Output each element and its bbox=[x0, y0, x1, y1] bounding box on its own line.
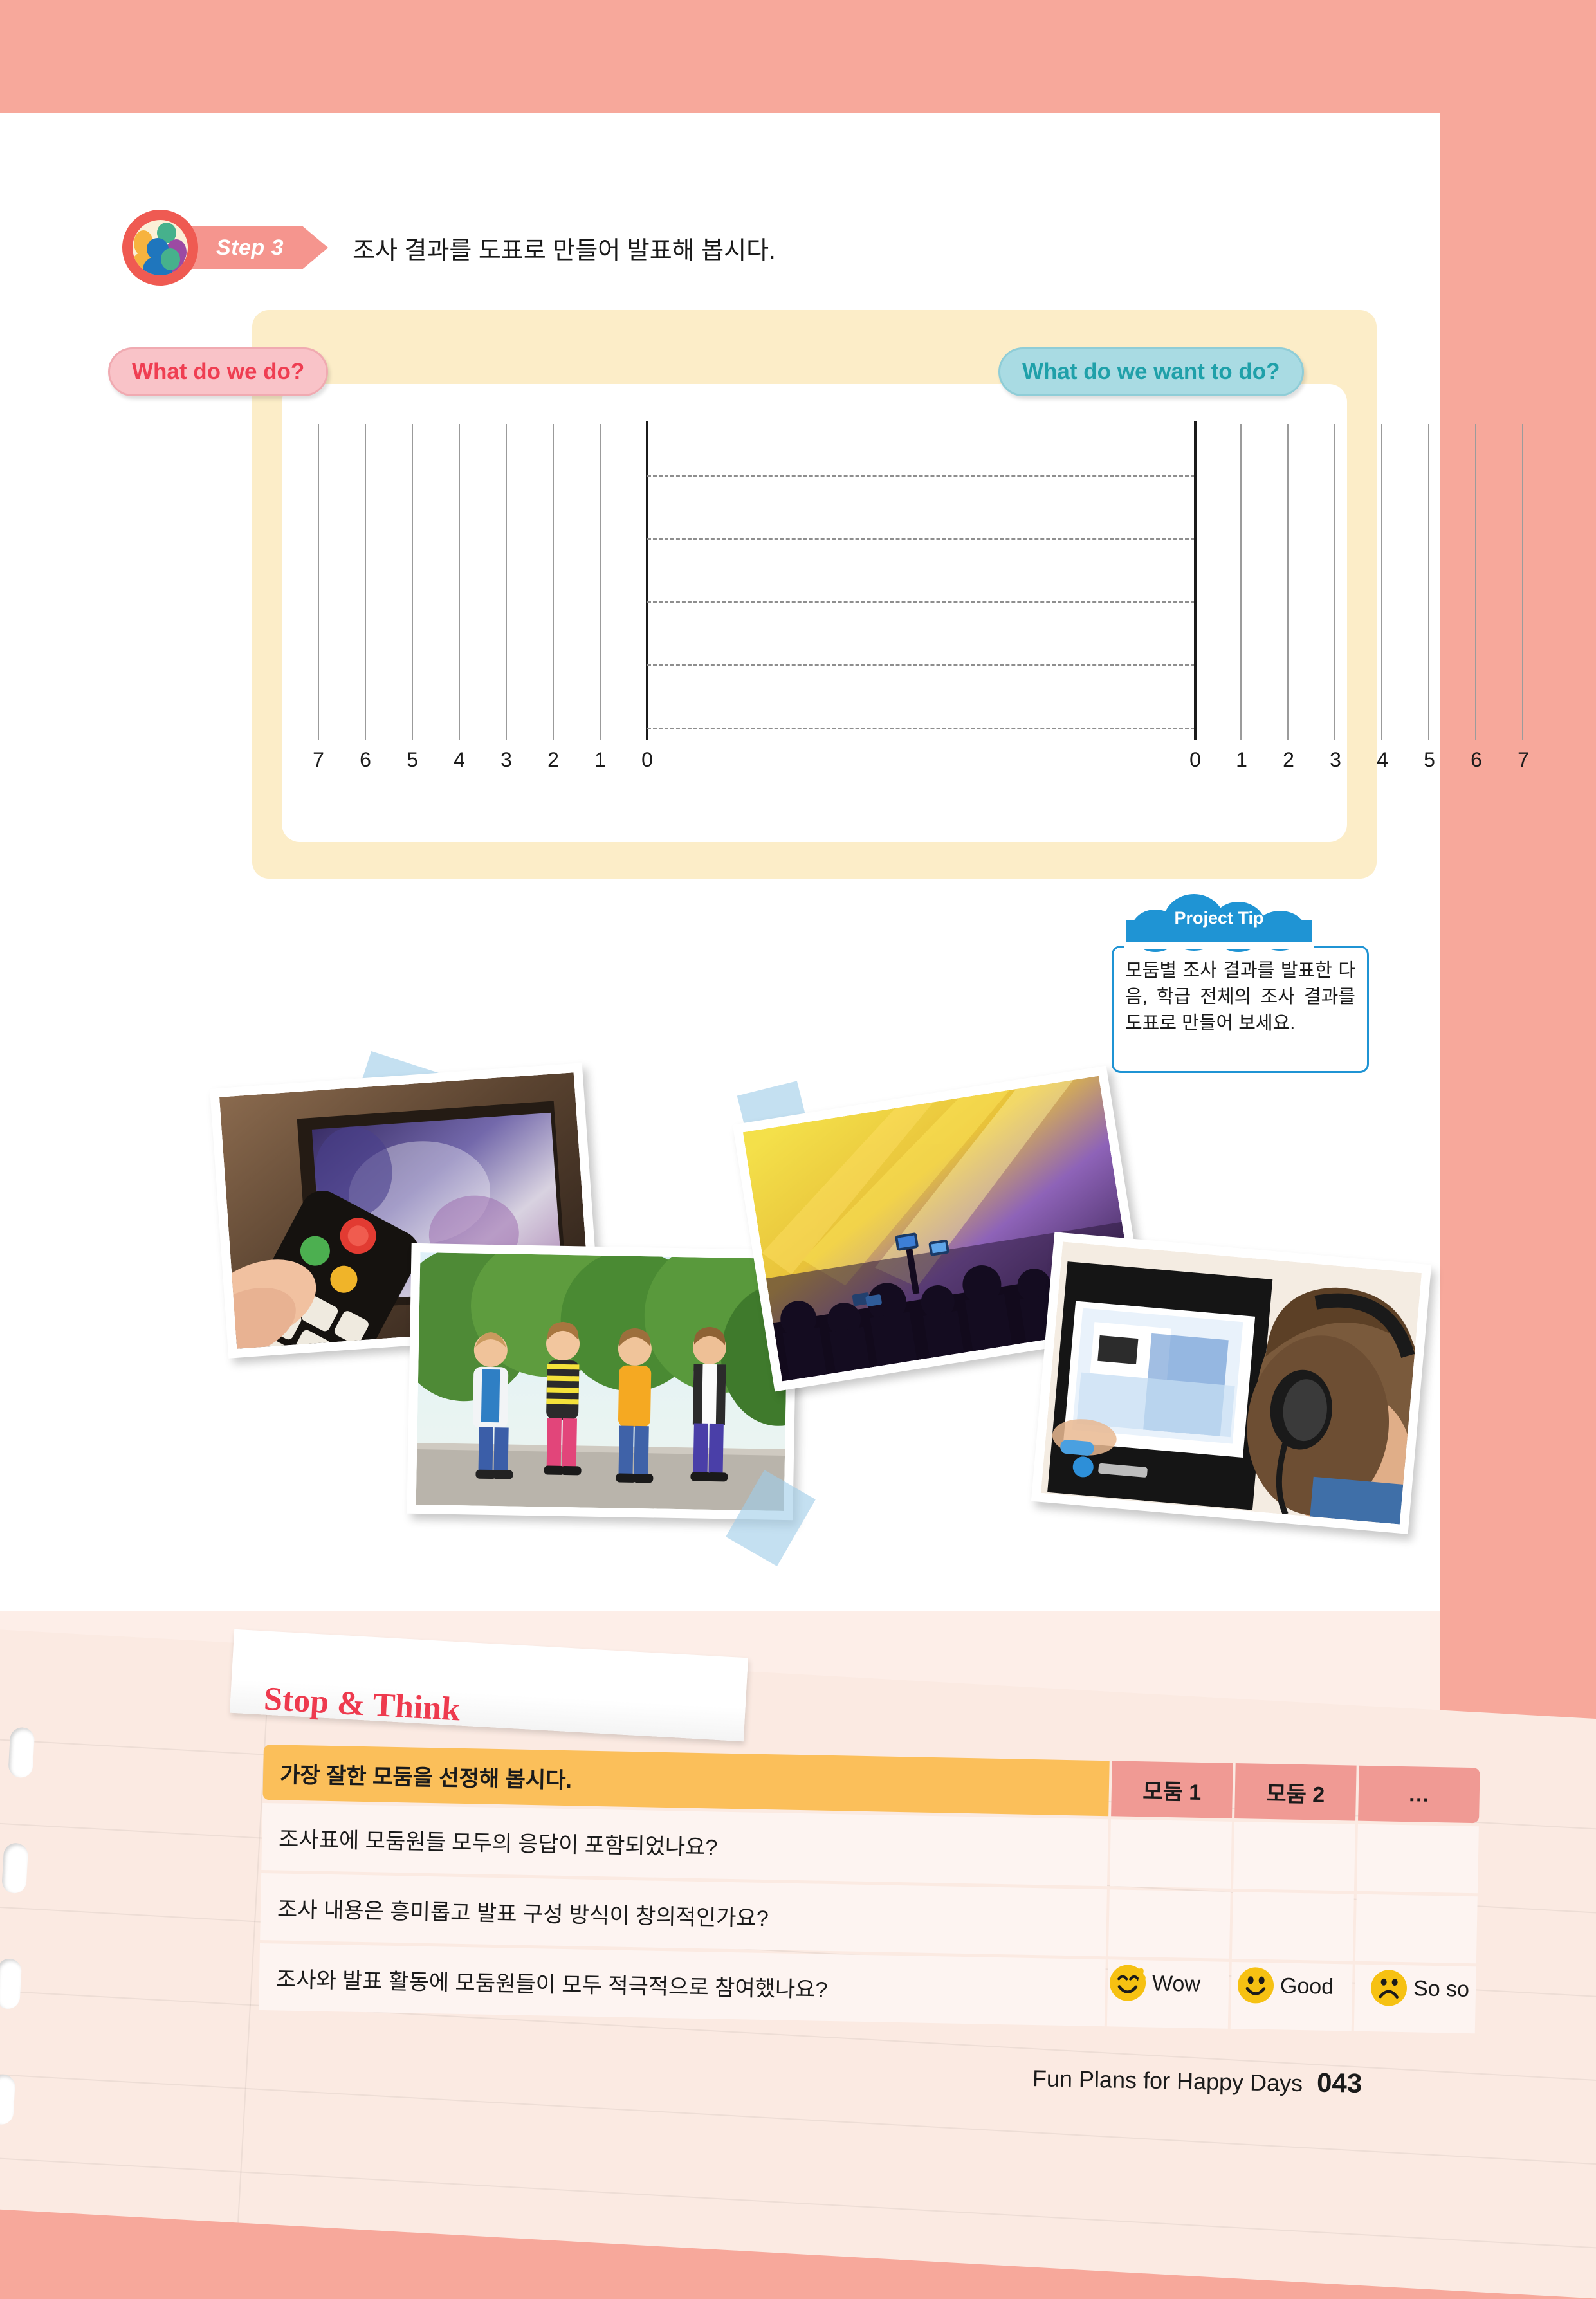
gridline-right-3 bbox=[1334, 424, 1335, 740]
tick-label-right: 1 bbox=[1236, 748, 1247, 771]
gridline-left-5 bbox=[412, 424, 413, 740]
tick-label-left: 7 bbox=[313, 748, 324, 771]
project-tip-label: Project Tip bbox=[1174, 908, 1264, 928]
step-badge-label: Step 3 bbox=[216, 235, 284, 260]
legend-item-good: Good bbox=[1237, 1966, 1334, 2005]
tick-label-left: 3 bbox=[500, 748, 512, 771]
tick-label-right: 3 bbox=[1330, 748, 1341, 771]
tick-label-left: 6 bbox=[360, 748, 371, 771]
rating-legend: Wow Good So so bbox=[1109, 1965, 1507, 2008]
binder-hole bbox=[0, 1957, 23, 2010]
step-header: Step 3 조사 결과를 도표로 만들어 발표해 봅시다. bbox=[122, 209, 776, 286]
project-tip-box: 모둠별 조사 결과를 발표한 다음, 학급 전체의 조사 결과를 도표로 만들어… bbox=[1112, 946, 1369, 1073]
legend-item-wow: Wow bbox=[1109, 1965, 1201, 2002]
badge-what-do-we-want-to-do: What do we want to do? bbox=[998, 347, 1304, 396]
binder-hole bbox=[1, 1842, 29, 1894]
table-cell-group-more[interactable] bbox=[1356, 1824, 1479, 1894]
table-cell-group-2[interactable] bbox=[1231, 1891, 1354, 1961]
gridline-left-4 bbox=[459, 424, 460, 740]
table-cell-group-more[interactable] bbox=[1355, 1894, 1478, 1964]
legend-label-wow: Wow bbox=[1151, 1970, 1201, 1997]
gridline-left-1 bbox=[600, 424, 601, 740]
footer-title: Fun Plans for Happy Days bbox=[1032, 2065, 1303, 2097]
gridline-right-1 bbox=[1240, 424, 1242, 740]
gridline-left-3 bbox=[506, 424, 507, 740]
binder-hole bbox=[8, 1727, 35, 1779]
rollerblading-kids-photo[interactable] bbox=[407, 1243, 798, 1521]
axis-left-zero bbox=[646, 421, 648, 740]
group-people-icon bbox=[122, 210, 198, 286]
gridline-right-4 bbox=[1381, 424, 1382, 740]
step-instruction: 조사 결과를 도표로 만들어 발표해 봅시다. bbox=[353, 237, 776, 264]
gridline-right-5 bbox=[1428, 424, 1429, 740]
tick-label-right: 2 bbox=[1283, 748, 1294, 771]
step-badge: Step 3 bbox=[188, 226, 328, 269]
row-divider bbox=[647, 664, 1195, 666]
row-divider bbox=[647, 728, 1195, 729]
table-cell-group-1[interactable] bbox=[1108, 1889, 1231, 1959]
table-cell-question: 조사 내용은 흥미롭고 발표 구성 방식이 창의적인가요? bbox=[260, 1873, 1107, 1957]
tick-label-left: 4 bbox=[454, 748, 465, 771]
legend-label-soso: So so bbox=[1413, 1975, 1470, 2002]
gridline-right-2 bbox=[1287, 424, 1289, 740]
page-number: 043 bbox=[1316, 2067, 1362, 2098]
tick-label-left: 1 bbox=[594, 748, 606, 771]
tick-label-right: 6 bbox=[1471, 748, 1482, 771]
tick-label-right: 4 bbox=[1377, 748, 1388, 771]
table-header-group-more: … bbox=[1358, 1765, 1480, 1824]
tick-label-right: 5 bbox=[1424, 748, 1435, 771]
diverging-bar-chart-grid[interactable]: 7 6 5 4 3 2 1 0 0 1 2 3 4 5 6 7 bbox=[282, 421, 1529, 771]
row-divider bbox=[647, 538, 1195, 540]
gridline-right-6 bbox=[1475, 424, 1476, 740]
gridline-left-2 bbox=[553, 424, 554, 740]
gridline-left-6 bbox=[365, 424, 366, 740]
badge-what-do-we-do: What do we do? bbox=[108, 347, 329, 396]
cloud-box-joint bbox=[1124, 942, 1314, 949]
row-divider bbox=[647, 601, 1195, 603]
table-header-group-2: 모둠 2 bbox=[1234, 1763, 1357, 1821]
smiley-sad-icon bbox=[1370, 1969, 1408, 2006]
table-cell-group-2[interactable] bbox=[1233, 1821, 1355, 1891]
legend-item-soso: So so bbox=[1370, 1969, 1470, 2008]
gridline-left-7 bbox=[318, 424, 319, 740]
tick-label-right: 0 bbox=[1189, 748, 1201, 771]
headphones-computer-photo[interactable] bbox=[1031, 1232, 1432, 1534]
project-tip: Project Tip 모둠별 조사 결과를 발표한 다음, 학급 전체의 조사… bbox=[1112, 890, 1369, 1077]
legend-label-good: Good bbox=[1280, 1973, 1334, 1999]
row-divider bbox=[647, 475, 1195, 477]
table-header-group-1: 모둠 1 bbox=[1111, 1761, 1233, 1818]
page-footer: Fun Plans for Happy Days 043 bbox=[1032, 2062, 1362, 2099]
table-cell-question: 조사표에 모둠원들 모두의 응답이 포함되었나요? bbox=[261, 1802, 1109, 1887]
binder-hole bbox=[0, 2073, 16, 2125]
tick-label-left: 0 bbox=[641, 748, 653, 771]
smiley-happy-icon bbox=[1109, 1965, 1146, 2002]
tick-label-left: 2 bbox=[547, 748, 559, 771]
project-tip-text: 모둠별 조사 결과를 발표한 다음, 학급 전체의 조사 결과를 도표로 만들어… bbox=[1125, 960, 1355, 1034]
tick-label-left: 5 bbox=[407, 748, 418, 771]
axis-right-zero bbox=[1194, 421, 1197, 740]
gridline-right-7 bbox=[1522, 424, 1523, 740]
tick-label-right: 7 bbox=[1518, 748, 1529, 771]
smiley-good-icon bbox=[1237, 1966, 1274, 2004]
table-cell-group-1[interactable] bbox=[1110, 1819, 1232, 1889]
